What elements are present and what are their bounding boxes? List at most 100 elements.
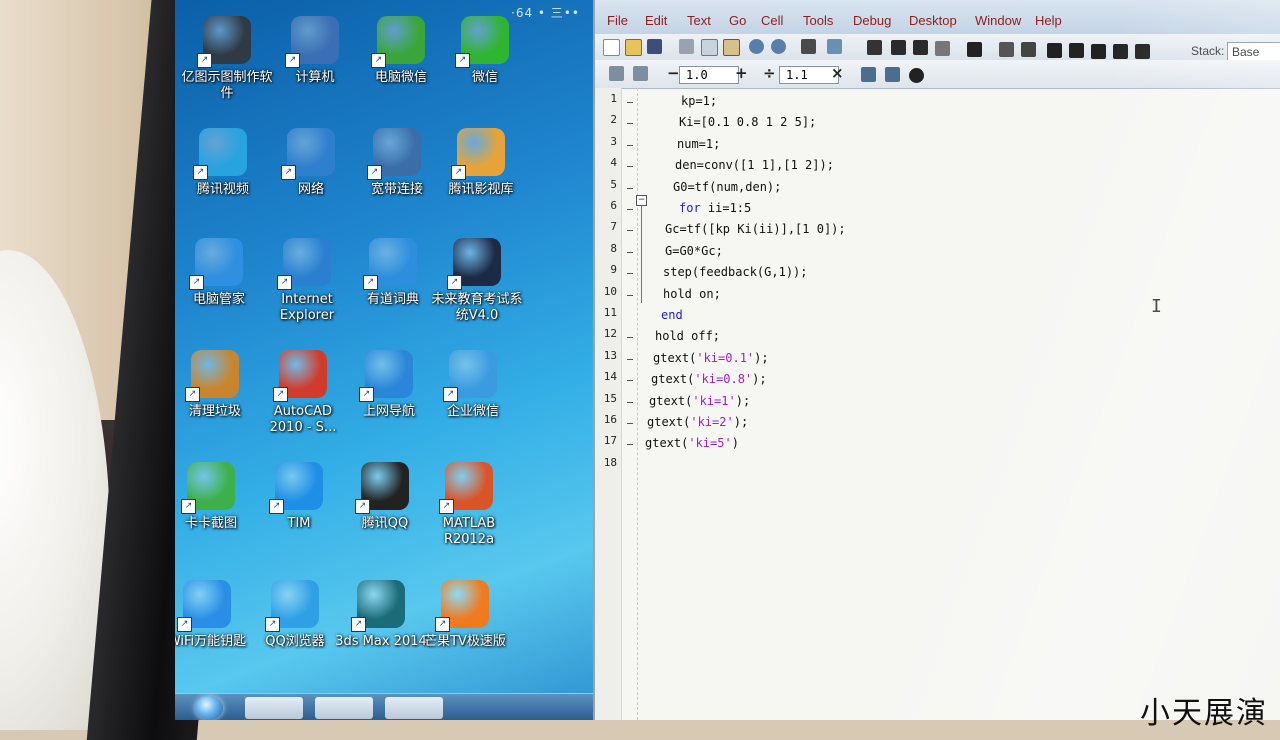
cell-value-field-1[interactable]: 1.0 — [679, 66, 739, 84]
find-files-icon[interactable] — [827, 39, 842, 54]
executable-line-marker[interactable] — [627, 209, 633, 210]
cut-icon[interactable] — [679, 39, 694, 54]
divide-button[interactable]: ÷ — [763, 64, 776, 82]
executable-line-marker[interactable] — [627, 251, 633, 253]
desktop-shortcut[interactable]: ↗ QQ浏览器 — [249, 580, 341, 650]
increment-button[interactable]: + — [735, 64, 748, 82]
print-icon[interactable] — [801, 39, 816, 54]
executable-line-marker[interactable] — [627, 380, 633, 382]
desktop-shortcut[interactable]: ↗ 腾讯影视库 — [435, 128, 527, 198]
code-line[interactable]: Gc=tf([kp Ki(ii)],[1 0]); — [665, 222, 846, 236]
code-line[interactable]: gtext('ki=0.8'); — [651, 372, 767, 386]
undo-icon[interactable] — [749, 39, 764, 54]
code-line[interactable]: num=1; — [677, 137, 720, 151]
new-file-icon[interactable] — [603, 39, 620, 56]
executable-line-marker[interactable] — [627, 358, 633, 360]
menu-tools[interactable]: Tools — [803, 13, 833, 28]
stack-select[interactable]: Base — [1227, 42, 1280, 62]
menu-help[interactable]: Help — [1035, 13, 1062, 28]
executable-line-marker[interactable] — [627, 423, 633, 424]
show-cell-titles-icon[interactable] — [885, 67, 900, 82]
executable-line-marker[interactable] — [627, 401, 633, 403]
code-line[interactable]: kp=1; — [681, 94, 717, 108]
code-line[interactable]: gtext('ki=1'); — [649, 394, 750, 408]
code-line[interactable]: G=G0*Gc; — [665, 244, 723, 258]
menu-edit[interactable]: Edit — [645, 13, 667, 28]
paste-icon[interactable] — [723, 39, 740, 56]
desktop-shortcut[interactable]: ↗ WiFi万能钥匙 — [175, 580, 253, 650]
code-line[interactable]: gtext('ki=5') — [645, 436, 739, 450]
code-line[interactable]: end — [661, 308, 683, 322]
menu-cell[interactable]: Cell — [761, 13, 783, 28]
menu-go[interactable]: Go — [729, 13, 746, 28]
executable-line-marker[interactable] — [627, 123, 633, 125]
desktop-shortcut[interactable]: ↗ 有道词典 — [347, 238, 439, 308]
continue-icon[interactable] — [1113, 44, 1128, 59]
back-arrow-icon[interactable] — [891, 40, 906, 55]
desktop-shortcut[interactable]: ↗ 未来教育考试系统V4.0 — [431, 238, 523, 324]
desktop-shortcut[interactable]: ↗ 电脑管家 — [175, 238, 265, 308]
desktop-shortcut[interactable]: ↗ 芒果TV极速版 — [419, 580, 511, 650]
clear-breakpoints-icon[interactable] — [1021, 42, 1036, 57]
cell-value-field-2[interactable]: 1.1 — [779, 66, 839, 84]
code-line[interactable]: gtext('ki=2'); — [647, 415, 748, 429]
start-button[interactable] — [195, 696, 223, 720]
run-icon[interactable] — [967, 42, 982, 57]
desktop-shortcut[interactable]: ↗ AutoCAD 2010 - S... — [257, 350, 349, 436]
menu-file[interactable]: File — [607, 13, 628, 28]
executable-line-marker[interactable] — [627, 273, 633, 275]
executable-line-marker[interactable] — [627, 102, 633, 103]
fold-collapse-icon[interactable]: − — [636, 195, 647, 206]
menu-debug[interactable]: Debug — [853, 13, 891, 28]
executable-line-marker[interactable] — [627, 337, 633, 339]
executable-line-marker[interactable] — [627, 166, 633, 168]
desktop-shortcut[interactable]: ↗ TIM — [253, 462, 345, 532]
desktop-shortcut[interactable]: ↗ 卡卡截图 — [175, 462, 257, 532]
executable-line-marker[interactable] — [627, 144, 633, 146]
decrement-button[interactable]: − — [667, 64, 680, 82]
executable-line-marker[interactable] — [627, 230, 633, 232]
info-icon[interactable] — [909, 68, 924, 83]
desktop-shortcut[interactable]: ↗ 清理垃圾 — [175, 350, 261, 420]
step-in-icon[interactable] — [1069, 43, 1084, 58]
function-fx-icon[interactable] — [935, 41, 950, 56]
cell-advance-icon[interactable] — [633, 66, 648, 81]
desktop-shortcut[interactable]: ↗ 腾讯视频 — [177, 128, 269, 198]
desktop-shortcut[interactable]: ↗ 宽带连接 — [351, 128, 443, 198]
menu-window[interactable]: Window — [975, 13, 1021, 28]
code-line[interactable]: hold off; — [655, 329, 720, 343]
menu-desktop[interactable]: Desktop — [909, 13, 957, 28]
desktop-shortcut[interactable]: ↗ Internet Explorer — [261, 238, 353, 324]
code-line[interactable]: gtext('ki=0.1'); — [653, 351, 769, 365]
step-out-icon[interactable] — [1091, 44, 1106, 59]
desktop-shortcut[interactable]: ↗ 网络 — [265, 128, 357, 198]
redo-icon[interactable] — [771, 39, 786, 54]
breakpoint-icon[interactable] — [999, 42, 1014, 57]
code-line[interactable]: for ii=1:5 — [679, 201, 751, 215]
forward-arrow-icon[interactable] — [913, 40, 928, 55]
save-icon[interactable] — [647, 39, 662, 54]
menu-text[interactable]: Text — [687, 13, 711, 28]
executable-line-marker[interactable] — [627, 444, 633, 446]
exit-debug-icon[interactable] — [1135, 44, 1150, 59]
find-binoculars-icon[interactable] — [867, 40, 882, 55]
step-icon[interactable] — [1047, 43, 1062, 58]
executable-line-marker[interactable] — [627, 187, 633, 189]
open-folder-icon[interactable] — [625, 39, 642, 56]
code-line[interactable]: G0=tf(num,den); — [673, 180, 781, 194]
taskbar-item[interactable] — [245, 697, 303, 719]
desktop-shortcut[interactable]: ↗ 上网导航 — [343, 350, 435, 420]
code-line[interactable]: hold on; — [663, 287, 721, 301]
desktop-shortcut[interactable]: ↗ 企业微信 — [427, 350, 519, 420]
taskbar-item[interactable] — [385, 697, 443, 719]
code-line[interactable]: den=conv([1 1],[1 2]); — [675, 158, 834, 172]
copy-icon[interactable] — [701, 39, 718, 56]
desktop-shortcut[interactable]: ↗ MATLAB R2012a — [423, 462, 515, 548]
code-line[interactable]: Ki=[0.1 0.8 1 2 5]; — [679, 115, 816, 129]
desktop-shortcut[interactable]: ↗ 电脑微信 — [355, 16, 447, 86]
desktop-shortcut[interactable]: ↗ 亿图示图制作软件 — [181, 16, 273, 102]
close-cell-button[interactable]: × — [831, 64, 844, 82]
executable-line-marker[interactable] — [627, 294, 633, 296]
desktop-shortcut[interactable]: ↗ 3ds Max 2014 — [335, 580, 427, 650]
desktop-shortcut[interactable]: ↗ 腾讯QQ — [339, 462, 431, 532]
